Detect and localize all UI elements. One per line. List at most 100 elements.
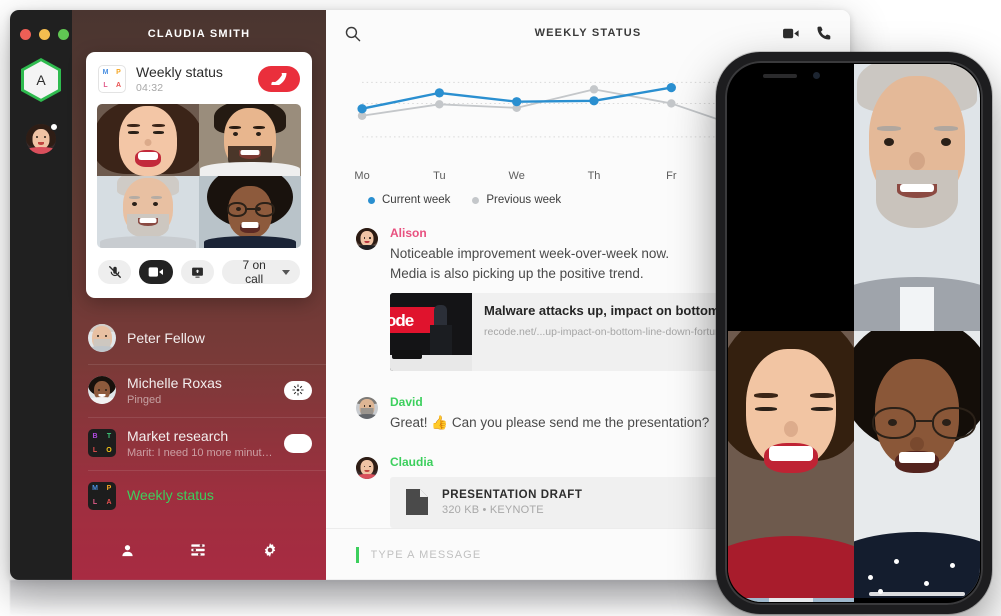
group-letter: L [92,499,98,507]
avatar[interactable] [356,228,378,250]
conversation-name: Market research [127,427,229,444]
legend-label: Current week [382,194,451,206]
settings-gear-icon-button[interactable] [262,542,278,558]
conversation-item-michelle-roxas[interactable]: Michelle Roxas Pinged [72,364,326,417]
screenshot-stage: A CLAUDIA SMITH M P L A Weekly status 04… [0,0,1001,616]
avatar[interactable] [356,456,378,479]
legend-color-swatch [472,196,480,204]
phone-video-tile-michelle[interactable] [854,331,980,598]
legend-label: Previous week [486,194,562,206]
call-group-avatar: M P L A [98,65,126,94]
sidebar-user-title: CLAUDIA SMITH [147,28,251,40]
avatar[interactable] [356,397,378,420]
chat-header-actions [782,25,832,41]
chart-tick-label: Fr [666,170,677,182]
phone-screen[interactable] [728,64,980,602]
ping-burst-icon [292,384,304,397]
maximize-window-button[interactable] [58,29,69,40]
group-letter: T [106,432,112,440]
legend-item-previous-week: Previous week [472,194,561,206]
sidebar: CLAUDIA SMITH M P L A Weekly status 04:3… [72,10,326,580]
video-call-icon [783,28,799,38]
group-letter: M [92,485,98,493]
unread-count-badge [284,433,312,453]
contacts-icon-button[interactable] [120,543,135,558]
phone-bezel [725,61,983,605]
text-caret [356,546,359,563]
video-camera-icon [148,267,164,277]
chevron-down-icon [282,269,290,275]
phone-video-tile-david[interactable] [728,598,854,602]
workspace-badge[interactable]: A [21,58,61,102]
video-tile-michelle[interactable] [199,176,301,249]
file-meta: 320 KB • KEYNOTE [442,503,544,516]
window-traffic-lights [20,29,69,40]
mic-muted-icon-button[interactable] [98,260,132,285]
contacts-icon [122,544,133,556]
group-letter: B [92,432,98,440]
file-info: PRESENTATION DRAFT 320 KB • KEYNOTE [442,489,582,516]
video-call-icon-button[interactable] [782,27,800,40]
conversation-subtitle: Marit: I need 10 more minutes [127,446,273,459]
legend-color-swatch [368,196,375,204]
call-title: Weekly status [136,64,223,80]
video-tile-peter[interactable] [97,176,199,249]
conversation-name: Weekly status [127,487,214,504]
audio-call-icon-button[interactable] [816,25,832,41]
conversation-text: Peter Fellow [127,330,312,347]
call-card-header: M P L A Weekly status 04:32 [86,52,312,104]
group-letter: A [106,499,112,507]
conversation-text: Michelle Roxas Pinged [127,375,273,406]
document-icon [406,489,428,516]
conversation-text: Weekly status [127,487,312,504]
minimize-window-button[interactable] [39,29,50,40]
call-video-grid[interactable] [97,104,301,249]
filters-icon-button[interactable] [190,543,206,557]
legend-item-current-week: Current week [368,194,450,206]
call-meta: Weekly status 04:32 [136,64,248,94]
group-letter: P [106,485,112,493]
filters-icon [191,544,206,556]
video-tile-david[interactable] [199,104,301,177]
group-letter: M [102,69,109,77]
group-avatar: B T L O [88,429,116,458]
group-letter: P [116,69,121,77]
video-camera-icon-button[interactable] [139,260,173,285]
chart-tick-label: We [508,170,525,182]
rail-user-avatar[interactable] [26,123,58,154]
conversation-item-weekly-status[interactable]: M P L A Weekly status [72,469,326,522]
mic-muted-icon [108,266,121,279]
phone-hangup-icon [271,73,287,86]
avatar [88,376,116,405]
presence-dot [50,123,58,131]
avatar [88,324,116,353]
conversation-name: Michelle Roxas [127,375,222,392]
conversation-item-peter-fellow[interactable]: Peter Fellow [72,312,326,364]
screen-share-icon [192,267,203,278]
home-indicator [869,592,965,596]
video-tile-alison[interactable] [97,104,199,177]
group-letter: A [115,82,122,90]
chart-tick-label: Tu [433,170,446,182]
conversation-subtitle: Pinged [127,393,162,406]
close-window-button[interactable] [20,29,31,40]
group-letter: L [103,82,108,90]
conversation-list: Peter Fellow Michelle Roxas Pinged B T L… [72,312,326,528]
phone-notch [735,64,847,87]
participants-dropdown[interactable]: 7 on call [222,258,300,286]
call-controls: 7 on call [86,248,312,298]
chat-header: WEEKLY STATUS [326,10,850,56]
sidebar-footer-nav [72,528,326,580]
audio-call-icon [817,26,831,40]
file-name: PRESENTATION DRAFT [442,488,583,501]
call-duration: 04:32 [136,82,164,95]
hang-up-button[interactable] [258,66,300,93]
phone-video-tile-peter[interactable] [854,64,980,331]
chart-tick-label: Mo [354,170,370,182]
phone-video-tile-alison[interactable] [728,331,854,598]
earpiece-speaker [762,73,797,78]
conversation-text: Market research Marit: I need 10 more mi… [127,428,273,459]
conversation-item-market-research[interactable]: B T L O Market research Marit: I need 10… [72,416,326,470]
chart-tick-label: Th [587,170,601,182]
screen-share-icon-button[interactable] [180,260,215,285]
